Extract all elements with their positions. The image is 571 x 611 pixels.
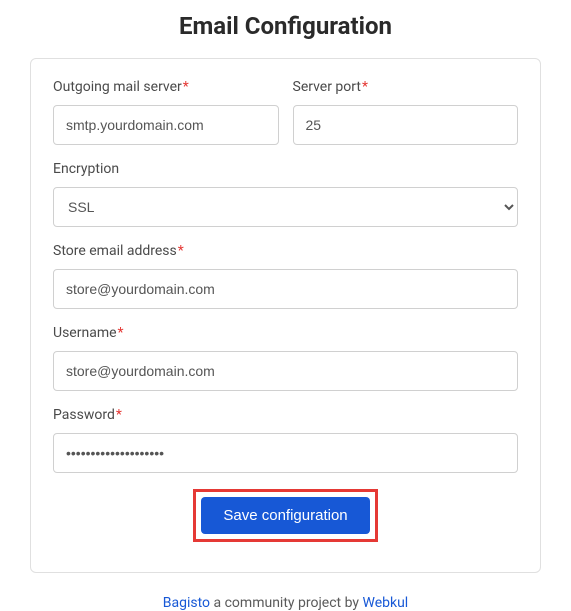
input-server-port[interactable] <box>293 105 519 145</box>
label-username: Username* <box>53 325 518 341</box>
save-button[interactable]: Save configuration <box>201 497 369 534</box>
input-outgoing-server[interactable] <box>53 105 279 145</box>
field-encryption: Encryption SSL <box>53 161 518 227</box>
field-store-email: Store email address* <box>53 243 518 309</box>
row-server: Outgoing mail server* Server port* <box>53 79 518 145</box>
label-text: Outgoing mail server <box>53 79 182 95</box>
label-password: Password* <box>53 407 518 423</box>
label-text: Server port <box>293 79 361 95</box>
button-wrap: Save configuration <box>53 489 518 542</box>
page-title: Email Configuration <box>0 0 571 58</box>
label-encryption: Encryption <box>53 161 518 177</box>
label-outgoing-server: Outgoing mail server* <box>53 79 279 95</box>
input-username[interactable] <box>53 351 518 391</box>
required-mark: * <box>183 79 189 95</box>
required-mark: * <box>118 325 124 341</box>
required-mark: * <box>116 407 122 423</box>
field-username: Username* <box>53 325 518 391</box>
label-text: Store email address <box>53 243 177 259</box>
select-encryption[interactable]: SSL <box>53 187 518 227</box>
footer: Bagisto a community project by Webkul <box>0 573 571 611</box>
input-password[interactable] <box>53 433 518 473</box>
required-mark: * <box>178 243 184 259</box>
label-store-email: Store email address* <box>53 243 518 259</box>
required-mark: * <box>362 79 368 95</box>
config-card: Outgoing mail server* Server port* Encry… <box>30 58 541 573</box>
label-text: Password <box>53 407 115 423</box>
save-highlight-box: Save configuration <box>193 489 377 542</box>
field-server-port: Server port* <box>293 79 519 145</box>
field-outgoing-server: Outgoing mail server* <box>53 79 279 145</box>
input-store-email[interactable] <box>53 269 518 309</box>
field-password: Password* <box>53 407 518 473</box>
label-text: Username <box>53 325 117 341</box>
label-server-port: Server port* <box>293 79 519 95</box>
